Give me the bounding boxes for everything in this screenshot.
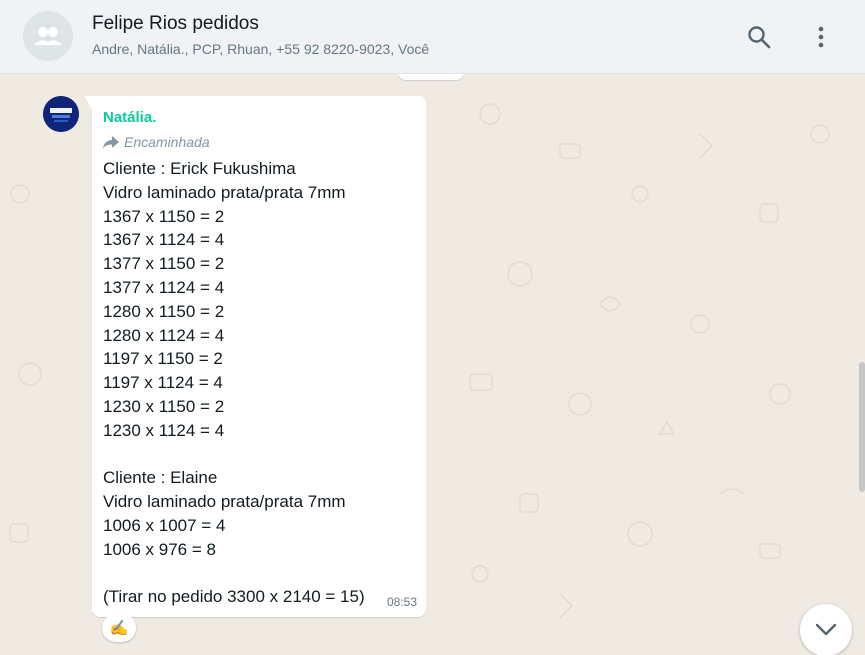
message-text: Cliente : Erick Fukushima Vidro laminado… bbox=[103, 159, 365, 607]
message-sender[interactable]: Natália. bbox=[103, 109, 156, 126]
menu-button[interactable] bbox=[806, 22, 836, 52]
sender-avatar[interactable] bbox=[43, 96, 79, 132]
message-reaction[interactable]: ✍ bbox=[102, 614, 136, 642]
chat-header: Felipe Rios pedidos Andre, Natália., PCP… bbox=[0, 0, 865, 74]
chat-title[interactable]: Felipe Rios pedidos bbox=[92, 13, 259, 35]
group-avatar[interactable] bbox=[23, 11, 73, 61]
previous-message-bubble bbox=[398, 74, 464, 80]
search-icon bbox=[748, 26, 771, 49]
scroll-to-bottom-button[interactable] bbox=[800, 604, 852, 655]
menu-dots-icon bbox=[818, 26, 824, 48]
chevron-down-icon bbox=[815, 623, 837, 636]
search-button[interactable] bbox=[744, 22, 774, 52]
forward-icon bbox=[103, 135, 119, 149]
bubble-tail bbox=[84, 96, 92, 109]
forwarded-label: Encaminhada bbox=[103, 134, 210, 150]
scrollbar[interactable] bbox=[859, 362, 865, 492]
sender-avatar-image bbox=[43, 96, 79, 132]
chat-area[interactable]: Natália. Encaminhada Cliente : Erick Fuk… bbox=[0, 74, 865, 655]
message-bubble[interactable]: Natália. Encaminhada Cliente : Erick Fuk… bbox=[84, 96, 426, 617]
group-icon bbox=[34, 27, 62, 45]
chat-participants[interactable]: Andre, Natália., PCP, Rhuan, +55 92 8220… bbox=[92, 41, 429, 57]
forwarded-text: Encaminhada bbox=[124, 134, 210, 150]
message-time: 08:53 bbox=[386, 595, 417, 609]
